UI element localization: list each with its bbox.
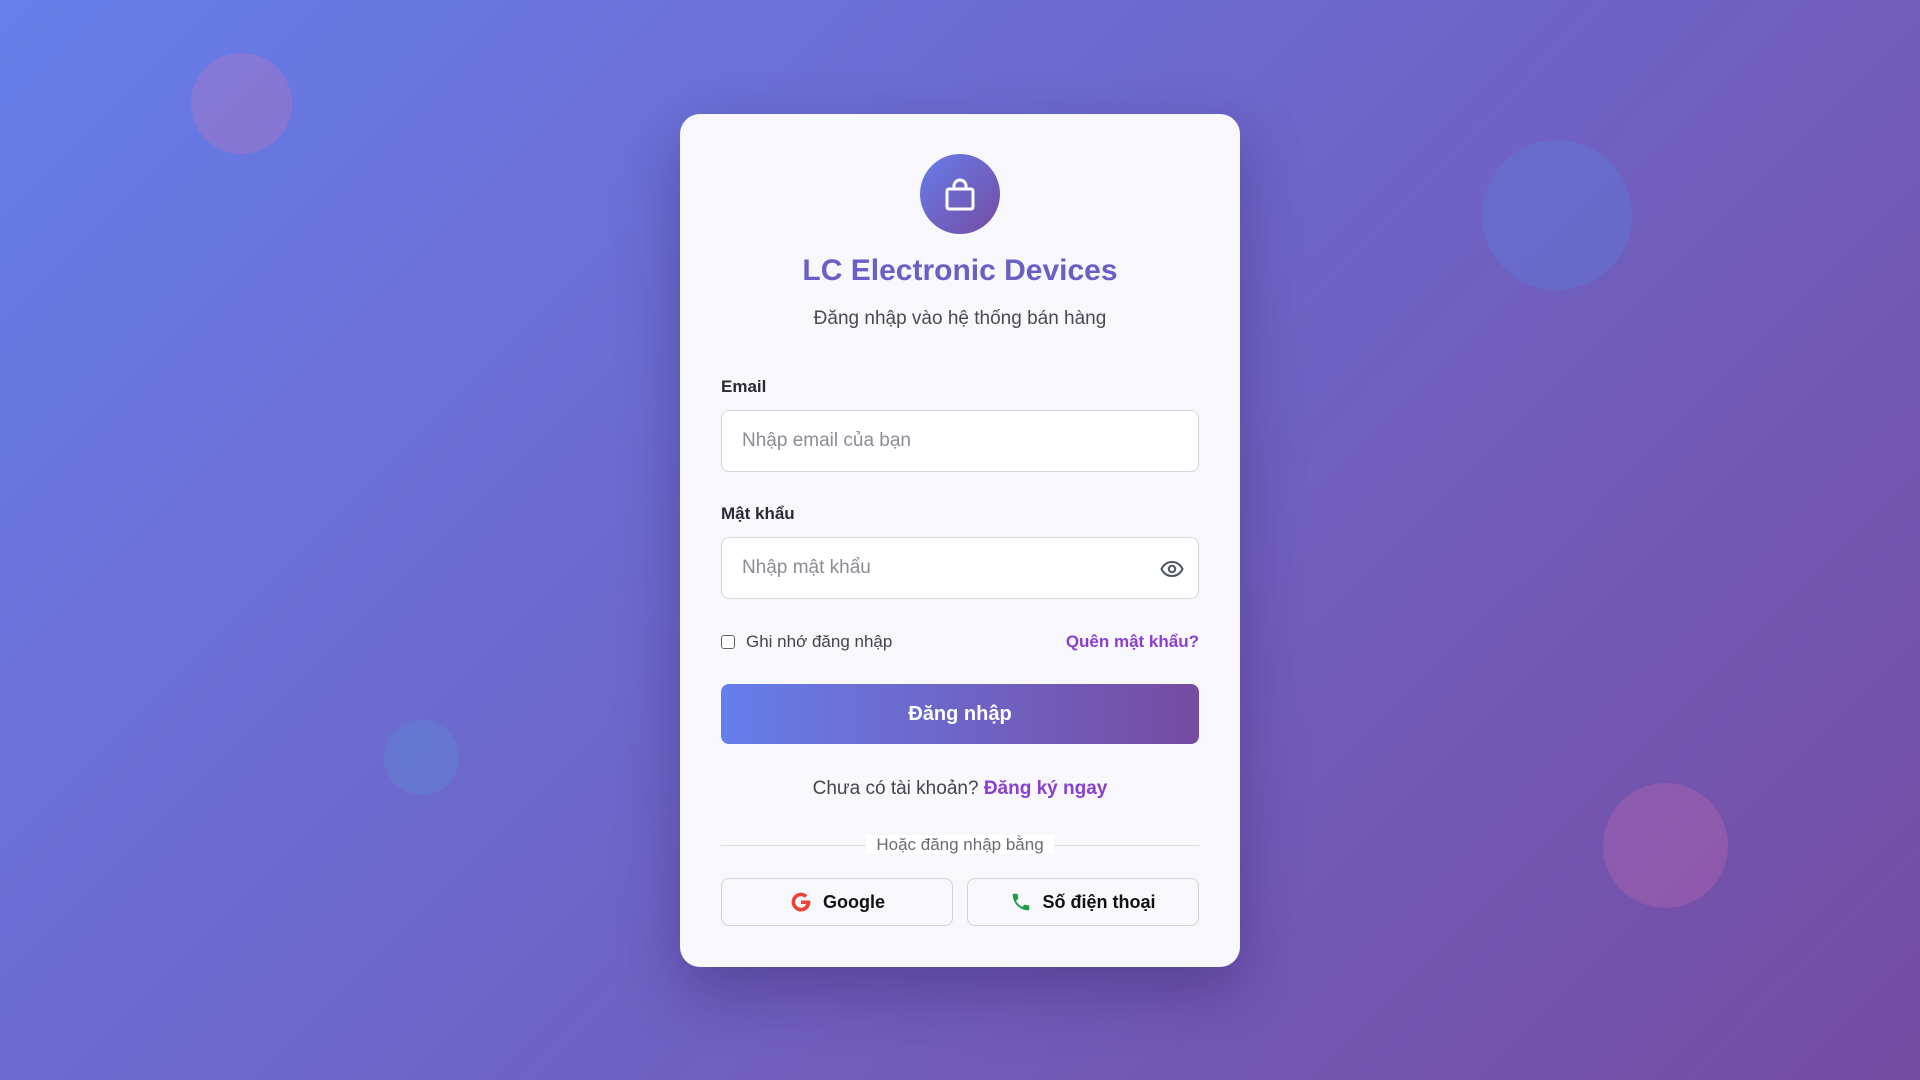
remember-label[interactable]: Ghi nhớ đăng nhập — [746, 632, 892, 652]
google-login-button[interactable]: Google — [721, 878, 953, 926]
phone-icon — [1013, 893, 1030, 911]
email-field[interactable] — [722, 411, 1198, 471]
logo-badge — [920, 154, 1000, 234]
remember-checkbox[interactable] — [721, 635, 735, 649]
forgot-password-link[interactable]: Quên mật khẩu? — [1066, 632, 1199, 652]
google-label: Google — [823, 891, 885, 912]
decorative-bubble — [1482, 140, 1632, 290]
email-label: Email — [721, 377, 767, 396]
remember-me: Ghi nhớ đăng nhập — [721, 632, 892, 652]
app-subtitle: Đăng nhập vào hệ thống bán hàng — [813, 308, 1107, 329]
eye-icon[interactable] — [1160, 557, 1184, 581]
login-card: LC Electronic Devices Đăng nhập vào hệ t… — [680, 114, 1240, 967]
decorative-bubble — [1603, 783, 1728, 908]
app-title: LC Electronic Devices — [802, 254, 1118, 287]
divider-text: Hoặc đăng nhập bằng — [866, 835, 1054, 854]
password-field[interactable] — [722, 538, 1198, 598]
phone-login-button[interactable]: Số điện thoại — [967, 878, 1199, 926]
login-button[interactable]: Đăng nhập — [721, 684, 1199, 744]
email-field-container — [721, 410, 1199, 472]
divider: Hoặc đăng nhập bằng — [680, 835, 1240, 855]
signup-prompt-text: Chưa có tài khoản? — [812, 778, 979, 799]
phone-label: Số điện thoại — [1042, 891, 1156, 912]
decorative-bubble — [384, 720, 459, 795]
google-icon — [791, 892, 811, 912]
password-label: Mật khẩu — [721, 504, 795, 523]
shopping-bag-icon — [945, 178, 975, 211]
password-field-container — [721, 537, 1199, 599]
signup-prompt: Chưa có tài khoản? Đăng ký ngay — [680, 778, 1240, 800]
signup-link[interactable]: Đăng ký ngay — [984, 778, 1108, 799]
decorative-bubble — [191, 53, 292, 154]
